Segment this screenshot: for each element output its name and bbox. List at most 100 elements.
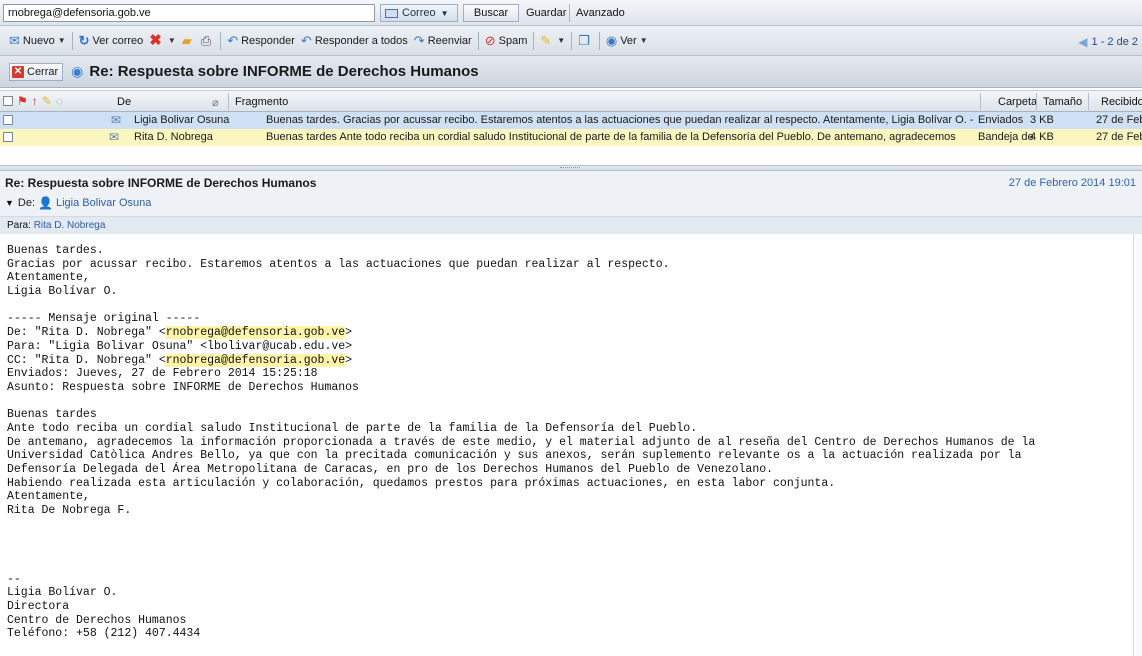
body-line: De antemano, agradecemos la información … [7,435,1036,449]
advanced-search-button[interactable]: Avanzado [569,4,625,22]
search-scope-dropdown[interactable]: Correo ▼ [380,4,458,22]
row-checkbox[interactable] [3,132,13,142]
splitter-grip[interactable] [560,167,580,169]
body-line: Asunto: Respuesta sobre INFORME de Derec… [7,380,359,394]
priority-icon[interactable]: ↑ [32,95,38,107]
body-text: > [345,326,353,340]
check-mail-button[interactable]: ↻ Ver correo [79,34,144,47]
message-subject: Re: Respuesta sobre INFORME de Derechos … [5,176,317,190]
chevron-down-icon: ▼ [57,36,66,45]
forward-button[interactable]: ↷ Reenviar [414,34,472,47]
view-button[interactable]: ◉ Ver ▼ [606,34,648,47]
attachment-icon[interactable]: ⌀ [212,96,219,109]
column-separator[interactable] [980,93,981,110]
folder-icon: ▰ [181,33,192,48]
previous-page-icon[interactable]: ◀ [1078,35,1087,49]
body-line: Enviados: Jueves, 27 de Febrero 2014 15:… [7,367,318,381]
view-icon: ◉ [605,33,618,48]
refresh-icon: ↻ [78,33,90,48]
message-row[interactable]: ✉ Ligia Bolivar Osuna Buenas tardes. Gra… [0,112,1142,129]
message-body: Buenas tardes. Gracias por acussar recib… [7,244,1133,656]
body-text: De: "Rita D. Nobrega" < [7,326,166,340]
body-line: ----- Mensaje original ----- [7,312,201,326]
body-blank [7,531,1133,545]
select-all-checkbox[interactable] [3,96,13,106]
delete-button[interactable]: ✖ ▼ [149,33,176,48]
new-button-label: Nuevo [22,34,55,47]
search-button[interactable]: Buscar [463,4,519,22]
body-blank [7,518,1133,532]
compose-icon: ✉ [9,33,20,48]
column-fragment[interactable]: Fragmento [235,96,288,108]
message-from: ▼ De: 👤 Ligia Bolivar Osuna [5,196,151,210]
sent-message-icon: ✉ [111,113,122,127]
column-received[interactable]: Recibido [1101,96,1142,108]
tag-icon[interactable]: ✎ [42,95,52,107]
body-line: -- [7,572,21,586]
view-label: Ver [620,34,637,47]
reply-all-button[interactable]: ↶ Responder a todos [301,34,408,47]
body-line: Gracias por acussar recibo. Estaremos at… [7,257,670,271]
chevron-down-icon: ▼ [167,36,176,45]
message-row[interactable]: ✉ Rita D. Nobrega Buenas tardes Ante tod… [0,129,1142,146]
to-name-link[interactable]: Rita D. Nobrega [34,220,106,231]
tag-button[interactable]: ✎ ▼ [540,34,565,47]
mail-icon [385,8,398,18]
body-line: Ligia Bolívar O. [7,586,118,600]
column-separator[interactable] [1088,93,1089,110]
pager-label: 1 - 2 de 2 [1091,36,1138,48]
move-button[interactable]: ▰ [182,34,195,47]
body-text: > [345,353,353,367]
chevron-down-icon: ▼ [639,36,648,45]
reply-all-label: Responder a todos [314,34,408,47]
search-input[interactable] [3,4,375,22]
received-message-icon: ✉ [109,130,120,144]
expand-icon[interactable]: ▼ [5,198,14,208]
reply-button[interactable]: ↶ Responder [227,34,295,47]
row-from: Ligia Bolivar Osuna [134,114,230,126]
main-toolbar: ✉ Nuevo ▼ ↻ Ver correo ✖ ▼ ▰ ⎙ ↶ Respond… [0,26,1142,56]
new-button[interactable]: ✉ Nuevo ▼ [9,34,66,47]
new-window-button[interactable]: ❐ [578,34,593,47]
header-icons: ⚑ ↑ ✎ ◌ [3,95,67,107]
search-scope-label: Correo [402,7,436,19]
message-date: 27 de Febrero 2014 19:01 [1008,177,1136,189]
conversation-titlebar: ✕ Cerrar ◉ Re: Respuesta sobre INFORME d… [0,56,1142,88]
column-folder[interactable]: Carpeta [998,96,1037,108]
flag-icon[interactable]: ⚑ [17,95,28,107]
body-blank [7,299,1133,313]
body-line: Buenas tardes. [7,244,104,257]
body-blank [7,395,1133,409]
from-name-link[interactable]: Ligia Bolivar Osuna [56,197,151,209]
message-to: Para: Rita D. Nobrega [0,216,1142,234]
body-line: Habiendo realizada esta articulación y c… [7,476,836,490]
row-folder: Enviados [978,114,1024,126]
toolbar-separator [571,31,573,50]
forward-icon: ↷ [413,33,425,48]
vertical-scrollbar[interactable] [1133,234,1142,656]
reply-label: Responder [241,34,295,47]
column-from[interactable]: De [117,96,131,108]
row-checkbox[interactable] [3,115,13,125]
column-separator[interactable] [1036,93,1037,110]
email-link[interactable]: rnobrega@defensoria.gob.ve [165,326,346,340]
print-button[interactable]: ⎙ [201,34,214,47]
column-separator[interactable] [228,93,229,110]
spam-label: Spam [498,34,528,47]
body-line: CC: "Rita D. Nobrega" <rnobrega@defensor… [7,353,1133,368]
row-folder: Bandeja de [978,131,1034,143]
save-search-button[interactable]: Guardar [526,4,566,22]
status-icon[interactable]: ◌ [56,95,63,107]
row-size: 3 KB [1030,114,1054,126]
spam-button[interactable]: ⊘ Spam [485,34,528,47]
column-size[interactable]: Tamaño [1043,96,1082,108]
search-bar: Correo ▼ Buscar Guardar Avanzado [0,0,1142,26]
body-line: Para: "Ligia Bolivar Osuna" <lbolivar@uc… [7,339,353,353]
close-button[interactable]: ✕ Cerrar [9,62,64,81]
toolbar-separator [71,31,73,50]
body-line: De: "Rita D. Nobrega" <rnobrega@defensor… [7,326,1133,340]
body-line: Directora [7,599,70,613]
reply-all-icon: ↶ [300,33,312,48]
body-line: Atentamente, [7,271,90,285]
email-link[interactable]: rnobrega@defensoria.gob.ve [165,353,346,367]
